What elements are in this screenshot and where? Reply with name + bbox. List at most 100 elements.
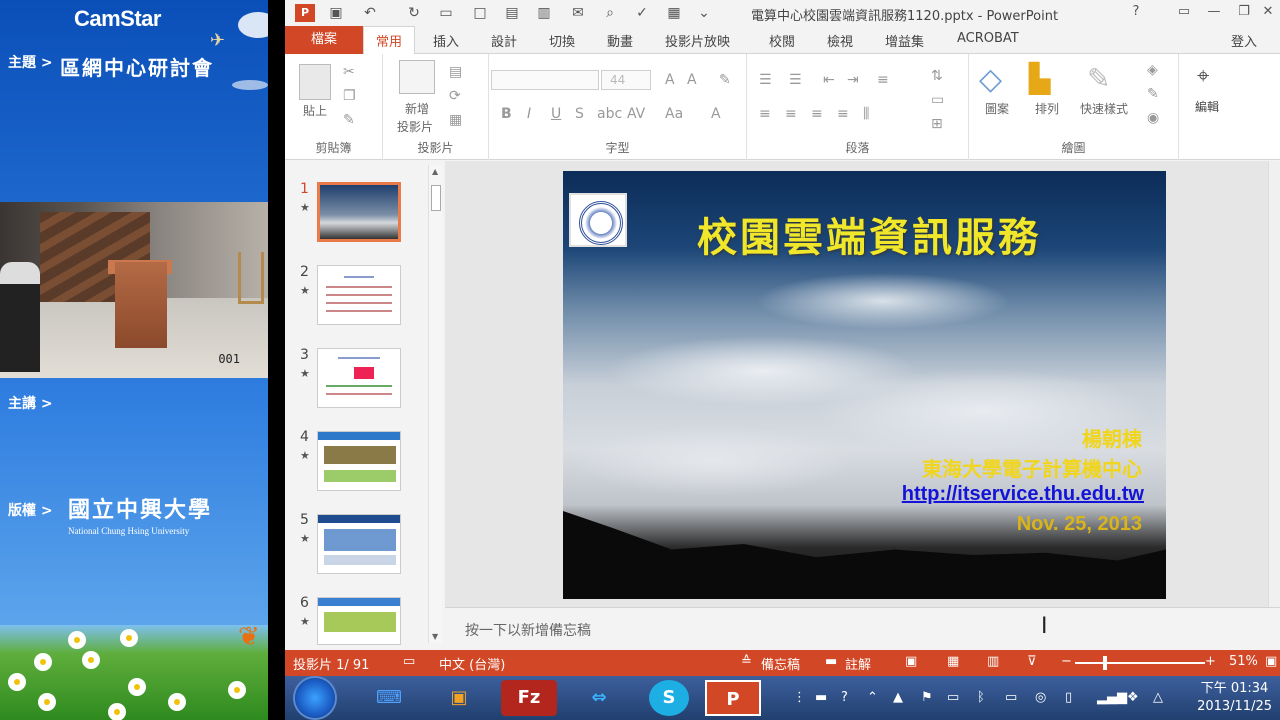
- spelling-icon[interactable]: ✓: [633, 4, 651, 22]
- file-explorer-icon[interactable]: ▣: [431, 680, 487, 716]
- slide-sorter-icon[interactable]: ▦: [947, 654, 959, 669]
- format-painter-icon[interactable]: ✎: [343, 112, 355, 128]
- close-icon[interactable]: ✕: [1255, 2, 1280, 22]
- minimize-icon[interactable]: —: [1201, 2, 1227, 22]
- slide-organization[interactable]: 東海大學電子計算機中心: [922, 453, 1142, 482]
- align-left-icon[interactable]: ≡: [759, 106, 771, 122]
- customize-qat-icon[interactable]: ⌄: [695, 4, 713, 22]
- shadow-icon[interactable]: S: [575, 106, 584, 122]
- line-spacing-icon[interactable]: ≡: [877, 72, 889, 88]
- font-color-icon[interactable]: A: [711, 106, 721, 122]
- tab-acrobat[interactable]: ACROBAT: [957, 31, 1019, 46]
- scroll-down-icon[interactable]: ▼: [432, 632, 438, 641]
- font-name-box[interactable]: [491, 70, 599, 90]
- slide-thumbnail-4[interactable]: [317, 431, 401, 491]
- smartart-icon[interactable]: ⊞: [931, 116, 943, 132]
- tray-chevron-icon[interactable]: ⌃: [867, 690, 878, 705]
- comments-button[interactable]: 註解: [845, 654, 871, 673]
- ribbon-display-icon[interactable]: ▭: [1171, 2, 1197, 22]
- teamviewer-icon[interactable]: ⇔: [571, 680, 627, 716]
- slide-scrollbar[interactable]: [1268, 161, 1280, 607]
- underline-icon[interactable]: U: [551, 106, 561, 122]
- decrease-indent-icon[interactable]: ⇤: [823, 72, 835, 88]
- align-right-icon[interactable]: ≡: [811, 106, 823, 122]
- tab-addins[interactable]: 增益集: [885, 31, 924, 50]
- tab-home[interactable]: 常用: [363, 26, 416, 55]
- print-preview-icon[interactable]: ⌕: [601, 4, 619, 22]
- filezilla-icon[interactable]: Fz: [501, 680, 557, 716]
- slideshow-icon[interactable]: ⊽: [1027, 654, 1037, 669]
- tab-view[interactable]: 檢視: [827, 31, 853, 50]
- text-direction-icon[interactable]: ⇅: [931, 68, 943, 84]
- email-icon[interactable]: ✉: [569, 4, 587, 22]
- redo-icon[interactable]: ↻: [405, 4, 423, 22]
- zoom-in-icon[interactable]: +: [1205, 654, 1216, 669]
- numbering-icon[interactable]: ☰: [789, 72, 802, 88]
- action-center-icon[interactable]: ⚑: [921, 690, 933, 705]
- tab-review[interactable]: 校閱: [769, 31, 795, 50]
- new-document-icon[interactable]: □: [471, 4, 489, 22]
- help-icon[interactable]: ?: [1123, 2, 1149, 22]
- tab-transitions[interactable]: 切換: [549, 31, 575, 50]
- show-hidden-icons[interactable]: ⋮: [793, 690, 806, 705]
- slide-thumbnail-1[interactable]: [317, 182, 401, 242]
- binoculars-icon[interactable]: ⌖: [1197, 64, 1209, 89]
- reading-view-icon[interactable]: ▥: [987, 654, 999, 669]
- slide-thumbnail-5[interactable]: [317, 514, 401, 574]
- increase-indent-icon[interactable]: ⇥: [847, 72, 859, 88]
- section-icon[interactable]: ▦: [449, 112, 462, 128]
- slide-thumbnail-2[interactable]: [317, 265, 401, 325]
- tab-insert[interactable]: 插入: [433, 31, 459, 50]
- tab-slideshow[interactable]: 投影片放映: [665, 31, 730, 50]
- justify-icon[interactable]: ≡: [837, 106, 849, 122]
- bold-icon[interactable]: B: [501, 106, 512, 122]
- presentation-icon[interactable]: ▭: [437, 4, 455, 22]
- bullets-icon[interactable]: ☰: [759, 72, 772, 88]
- normal-view-icon[interactable]: ▣: [905, 654, 917, 669]
- display-icon[interactable]: ▭: [1005, 690, 1017, 705]
- paste-icon[interactable]: [299, 64, 331, 100]
- skype-icon[interactable]: S: [649, 680, 689, 716]
- spellcheck-icon[interactable]: ▭: [403, 654, 415, 669]
- new-slide-button-line1[interactable]: 新增: [393, 100, 441, 117]
- save-icon[interactable]: ▣: [327, 4, 345, 22]
- char-spacing-icon[interactable]: AV: [627, 106, 645, 122]
- new-slide-button-line2[interactable]: 投影片: [387, 118, 443, 135]
- fit-slide-icon[interactable]: ▣: [1265, 654, 1277, 669]
- zoom-out-icon[interactable]: −: [1061, 654, 1072, 669]
- zoom-slider-handle[interactable]: [1103, 656, 1107, 670]
- editing-button[interactable]: 編輯: [1185, 98, 1229, 115]
- help-tray-icon[interactable]: ?: [841, 690, 848, 705]
- change-case-icon[interactable]: Aa: [665, 106, 683, 122]
- zoom-level[interactable]: 51%: [1229, 654, 1258, 669]
- print-icon[interactable]: ▥: [535, 4, 553, 22]
- system-clock[interactable]: 下午 01:34 2013/11/25: [1197, 680, 1272, 716]
- undo-icon[interactable]: ↶: [361, 4, 379, 22]
- bluetooth-icon[interactable]: ᛒ: [977, 690, 985, 705]
- notes-placeholder[interactable]: 按一下以新增備忘稿: [465, 620, 591, 640]
- slide-thumbnail-3[interactable]: [317, 348, 401, 408]
- shape-outline-icon[interactable]: ✎: [1147, 86, 1159, 102]
- comments-icon[interactable]: ▬: [825, 654, 837, 669]
- battery-icon[interactable]: ▭: [947, 690, 959, 705]
- scrollbar-thumb[interactable]: [431, 185, 441, 211]
- slide-title[interactable]: 校園雲端資訊服務: [697, 205, 1041, 263]
- network-app-icon[interactable]: ⌨: [361, 680, 417, 716]
- shape-effects-icon[interactable]: ◉: [1147, 110, 1159, 126]
- slide-date[interactable]: Nov. 25, 2013: [1017, 513, 1142, 536]
- login-link[interactable]: 登入: [1231, 31, 1257, 50]
- powerpoint-taskbar-icon[interactable]: P: [705, 680, 761, 716]
- layout-icon[interactable]: ▤: [449, 64, 462, 80]
- tab-file[interactable]: 檔案: [285, 26, 363, 54]
- tab-design[interactable]: 設計: [491, 31, 517, 50]
- font-size-box[interactable]: 44: [601, 70, 651, 90]
- language-indicator[interactable]: 中文 (台灣): [439, 654, 505, 673]
- thumbnail-scrollbar[interactable]: ▲ ▼: [428, 165, 442, 643]
- google-drive-icon[interactable]: △: [1153, 690, 1163, 705]
- shapes-button[interactable]: 圖案: [977, 100, 1017, 117]
- start-button-icon[interactable]: [295, 678, 335, 718]
- open-folder-icon[interactable]: ▤: [503, 4, 521, 22]
- restore-icon[interactable]: ❐: [1231, 2, 1257, 22]
- shapes-icon[interactable]: ◇: [979, 62, 1002, 97]
- reset-icon[interactable]: ⟳: [449, 88, 461, 104]
